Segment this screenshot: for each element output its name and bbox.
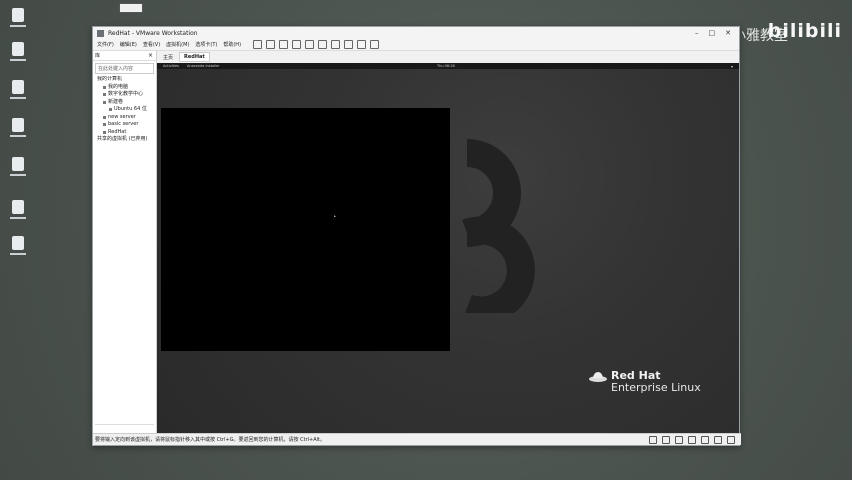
tab-home[interactable]: 主页 [163,54,173,61]
display-icon[interactable] [714,435,722,444]
window-title: RedHat - VMware Workstation [108,29,198,37]
vm-icon [103,123,106,127]
redhat-hat-icon [589,372,607,382]
desktop-app-icon[interactable] [9,42,27,64]
tree-item-redhat[interactable]: RedHat [97,129,156,137]
tree-item-shared[interactable]: 共享的虚拟机 (已弃用) [97,136,156,144]
vmware-logo-icon [97,29,104,37]
revert-snapshot-icon[interactable] [292,40,302,49]
library-scrollbar[interactable] [95,424,154,430]
menu-edit[interactable]: 编辑(E) [120,41,137,48]
activities-button[interactable]: Activities [163,64,179,68]
send-ctrl-alt-del-icon[interactable] [266,40,276,49]
library-close-icon[interactable]: × [148,52,156,59]
usb-icon[interactable] [688,435,696,444]
input-method-indicator[interactable] [119,3,143,13]
installer-window[interactable] [161,108,450,351]
fullscreen-icon[interactable] [344,40,354,49]
menu-tabs[interactable]: 选项卡(T) [195,41,217,48]
desktop-app-icon[interactable] [9,200,27,222]
vm-tree: 我的计算机 我的电脑 数字化教学中心 新建卷 Ubuntu 64 位 new s… [93,76,156,144]
toolbar [253,40,380,49]
tree-item[interactable]: Ubuntu 64 位 [97,106,156,114]
vmware-window: RedHat - VMware Workstation – □ ✕ 文件(F) … [92,26,741,446]
library-header: 库 × [93,51,156,61]
vm-icon [103,93,106,97]
tree-item[interactable]: 数字化教学中心 [97,91,156,99]
tree-item[interactable]: basic server [97,121,156,129]
menu-bar: 文件(F) 编辑(E) 查看(V) 虚拟机(M) 选项卡(T) 帮助(H) [93,39,739,51]
mouse-cursor-icon [334,215,336,217]
desktop-app-icon[interactable] [9,157,27,179]
library-search-placeholder: 在此处键入内容 [98,66,134,72]
vm-console[interactable]: Activities Anaconda Installer Thu 08:26 … [157,63,739,434]
menu-file[interactable]: 文件(F) [97,41,114,48]
tree-item[interactable]: 新建卷 [97,99,156,107]
thumbnail-icon[interactable] [331,40,341,49]
unity-icon[interactable] [357,40,367,49]
title-bar: RedHat - VMware Workstation – □ ✕ [93,27,739,39]
guest-app-name: Anaconda Installer [186,64,220,68]
tree-item[interactable]: 我的电脑 [97,84,156,92]
minimize-button[interactable]: – [695,29,699,37]
vm-icon [109,108,112,112]
library-title: 库 [95,53,101,59]
folder-icon [103,100,106,104]
vm-icon [103,85,106,89]
menu-view[interactable]: 查看(V) [143,41,160,48]
network-icon[interactable] [675,435,683,444]
library-toggle-icon[interactable] [318,40,328,49]
redhat-logo: Red Hat Enterprise Linux [589,370,701,394]
redhat-logo-line2: Enterprise Linux [611,381,701,394]
snapshot-manager-icon[interactable] [305,40,315,49]
library-search-input[interactable]: 在此处键入内容 [95,63,154,74]
tree-item-my-computer[interactable]: 我的计算机 [97,76,156,84]
vm-icon [103,130,106,134]
bilibili-watermark: bilibili [767,20,842,42]
guest-clock: Thu 08:26 [437,64,455,68]
tab-redhat[interactable]: RedHat [179,52,210,62]
power-icon[interactable] [253,40,263,49]
menu-help[interactable]: 帮助(H) [223,41,241,48]
maximize-button[interactable]: □ [709,29,716,37]
status-text: 要将输入定向到该虚拟机，请将鼠标指针移入其中或按 Ctrl+G。要返回到您的计算… [95,437,325,443]
desktop-app-icon[interactable] [9,118,27,140]
menu-vm[interactable]: 虚拟机(M) [166,41,189,48]
desktop-app-icon[interactable] [9,236,27,258]
status-bar: 要将输入定向到该虚拟机，请将鼠标指针移入其中或按 Ctrl+G。要返回到您的计算… [93,433,741,445]
desktop-file-icon[interactable] [9,8,27,30]
desktop-app-icon[interactable] [9,80,27,102]
tree-item[interactable]: new server [97,114,156,122]
snapshot-icon[interactable] [279,40,289,49]
vm-pane: 主页 RedHat Activities Anaconda Installer … [157,51,739,434]
guest-system-tray-icon[interactable]: ▾ [731,64,733,69]
close-button[interactable]: ✕ [725,29,731,37]
console-view-icon[interactable] [370,40,380,49]
cd-drive-icon[interactable] [662,435,670,444]
message-icon[interactable] [727,435,735,444]
vm-icon [103,115,106,119]
sound-icon[interactable] [701,435,709,444]
device-icons [649,435,741,444]
guest-top-bar: Activities Anaconda Installer Thu 08:26 … [157,63,739,69]
library-panel: 库 × 在此处键入内容 我的计算机 我的电脑 数字化教学中心 新建卷 Ubunt… [93,51,157,434]
hard-disk-icon[interactable] [649,435,657,444]
vm-tab-bar: 主页 RedHat [157,51,739,63]
